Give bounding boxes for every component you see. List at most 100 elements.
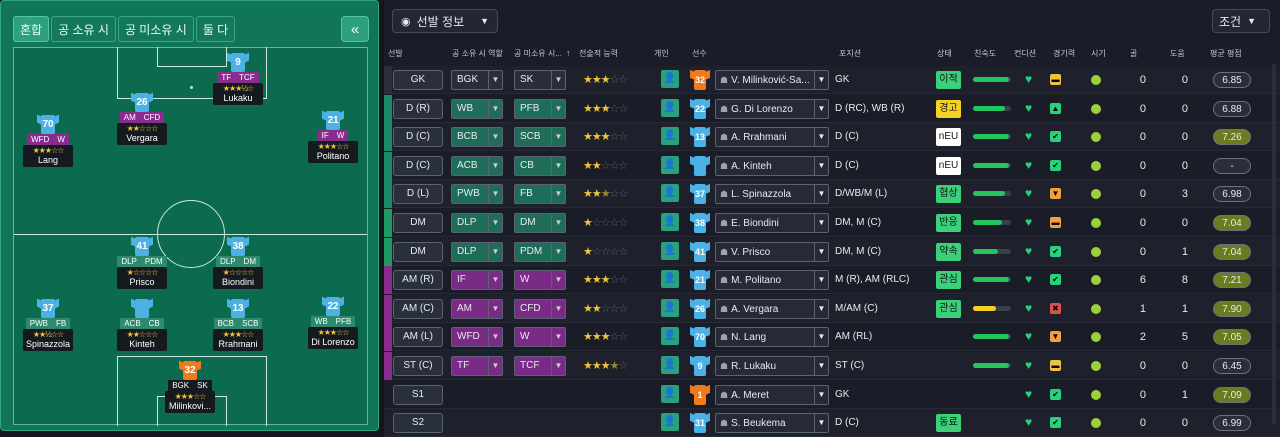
col-player[interactable]: 선수: [692, 48, 707, 59]
in-possession-role-select[interactable]: AM ▼: [451, 298, 503, 319]
pitch-player-prisco[interactable]: 41 DLP PDM ★☆☆☆☆ Prisco: [114, 235, 170, 289]
filter-button[interactable]: 조건 ▼: [1212, 9, 1270, 33]
pitch-player-spinazzola[interactable]: 37 PWB FB ★★½☆☆ Spinazzola: [20, 297, 76, 351]
table-row[interactable]: S2 👤 31 ☗ S. Beukema ▼ D (C) 동료 ♥ ✔ 0 0 6.99: [384, 409, 1280, 437]
starting-position[interactable]: D (C): [393, 155, 443, 176]
in-possession-role-select[interactable]: IF ▼: [451, 270, 503, 291]
table-row[interactable]: D (R) WB ▼ PFB ▼ ★★★☆☆ 👤 22 ☗ G. Di Lorenzo ▼ D (RC…: [384, 94, 1280, 123]
col-starting[interactable]: 선발: [388, 48, 403, 59]
table-row[interactable]: GK BGK ▼ SK ▼ ★★★☆☆ 👤 32 ☗ V. Milinković-Sa... ▼ GK…: [384, 66, 1280, 94]
in-possession-role-select[interactable]: WFD ▼: [451, 327, 503, 348]
starting-position[interactable]: GK: [393, 70, 443, 90]
table-row[interactable]: DM DLP ▼ DM ▼ ★☆☆☆☆ 👤 38 ☗ E. Biondini ▼ DM, M (C) 반…: [384, 209, 1280, 237]
view-select-button[interactable]: ◉ 선발 정보 ▼: [392, 9, 498, 33]
in-possession-role-select[interactable]: WB ▼: [451, 98, 503, 119]
col-position[interactable]: 포지션: [839, 48, 861, 59]
starting-position[interactable]: D (C): [393, 127, 443, 148]
player-select[interactable]: ☗ L. Spinazzola ▼: [715, 184, 829, 205]
table-row[interactable]: DM DLP ▼ PDM ▼ ★☆☆☆☆ 👤 41 ☗ V. Prisco ▼ DM, M (C) 약속…: [384, 237, 1280, 266]
individual-instructions-icon[interactable]: 👤: [661, 213, 679, 231]
pitch-player-politano[interactable]: 21 IF W ★★★☆☆ Politano: [305, 109, 361, 163]
out-of-possession-role-select[interactable]: DM ▼: [514, 213, 566, 233]
starting-position[interactable]: DM: [393, 213, 443, 233]
player-select[interactable]: ☗ A. Vergara ▼: [715, 298, 829, 319]
pitch-player-kinteh[interactable]: ACB CB ★★☆☆☆ Kinteh: [114, 297, 170, 351]
out-of-possession-role-select[interactable]: W ▼: [514, 270, 566, 291]
sort-arrow-icon[interactable]: ↑: [566, 48, 571, 58]
out-of-possession-role-select[interactable]: SCB ▼: [514, 127, 566, 148]
table-row[interactable]: AM (R) IF ▼ W ▼ ★★★☆☆ 👤 21 ☗ M. Politano ▼ M (R), A…: [384, 266, 1280, 295]
individual-instructions-icon[interactable]: 👤: [661, 384, 679, 403]
table-row[interactable]: ST (C) TF ▼ TCF ▼ ★★★★☆ 👤 9 ☗ R. Lukaku ▼ ST (C) ♥ ▬ 0…: [384, 352, 1280, 380]
player-select[interactable]: ☗ A. Meret ▼: [715, 384, 829, 405]
pitch-player-milinkovic[interactable]: 32 BGK SK ★★★☆☆ Milinkovi...: [162, 359, 218, 413]
col-tactical-ability[interactable]: 전술적 능력: [579, 48, 618, 59]
starting-position[interactable]: ST (C): [393, 356, 443, 376]
out-of-possession-role-select[interactable]: SK ▼: [514, 70, 566, 90]
individual-instructions-icon[interactable]: 👤: [661, 98, 679, 117]
individual-instructions-icon[interactable]: 👤: [661, 356, 679, 374]
pitch-player-dilorenzo[interactable]: 22 WB PFB ★★★☆☆ Di Lorenzo: [305, 295, 361, 349]
pitch-player-vergara[interactable]: 26 AM CFD ★★☆☆☆ Vergara: [114, 91, 170, 145]
player-select[interactable]: ☗ S. Beukema ▼: [715, 413, 829, 434]
table-row[interactable]: S1 👤 1 ☗ A. Meret ▼ GK ♥ ✔ 0 1 7.09: [384, 381, 1280, 409]
individual-instructions-icon[interactable]: 👤: [661, 155, 679, 174]
player-select[interactable]: ☗ V. Milinković-Sa... ▼: [715, 70, 829, 90]
out-of-possession-role-select[interactable]: CFD ▼: [514, 298, 566, 319]
pitch-player-lukaku[interactable]: 9 TF TCF ★★★½☆ Lukaku: [210, 51, 266, 105]
starting-position[interactable]: S1: [393, 384, 443, 405]
table-row[interactable]: AM (L) WFD ▼ W ▼ ★★★☆☆ 👤 70 ☗ N. Lang ▼ AM (RL) ♥ ▼ 2 5…: [384, 323, 1280, 352]
out-of-possession-role-select[interactable]: CB ▼: [514, 155, 566, 176]
in-possession-role-select[interactable]: BCB ▼: [451, 127, 503, 148]
individual-instructions-icon[interactable]: 👤: [661, 270, 679, 289]
starting-position[interactable]: AM (R): [393, 270, 443, 291]
starting-position[interactable]: D (L): [393, 184, 443, 205]
col-assists[interactable]: 도움: [1170, 48, 1185, 59]
player-select[interactable]: ☗ V. Prisco ▼: [715, 241, 829, 262]
table-row[interactable]: D (L) PWB ▼ FB ▼ ★★★☆☆ 👤 37 ☗ L. Spinazzola ▼ D/WB/…: [384, 180, 1280, 209]
individual-instructions-icon[interactable]: 👤: [661, 298, 679, 317]
col-familiarity[interactable]: 친숙도: [974, 48, 996, 59]
collapse-panel-button[interactable]: «: [341, 16, 369, 42]
table-row[interactable]: D (C) BCB ▼ SCB ▼ ★★★☆☆ 👤 13 ☗ A. Rrahmani ▼ D (C) n…: [384, 123, 1280, 152]
in-possession-role-select[interactable]: PWB ▼: [451, 184, 503, 205]
pitch-player-rrahmani[interactable]: 13 BCB SCB ★★★☆☆ Rrahmani: [210, 297, 266, 351]
out-of-possession-role-select[interactable]: TCF ▼: [514, 356, 566, 376]
player-select[interactable]: ☗ A. Kinteh ▼: [715, 155, 829, 176]
starting-position[interactable]: S2: [393, 413, 443, 434]
col-condition[interactable]: 컨디션: [1014, 48, 1036, 59]
starting-position[interactable]: AM (C): [393, 298, 443, 319]
individual-instructions-icon[interactable]: 👤: [661, 413, 679, 432]
col-individual[interactable]: 개인: [654, 48, 669, 59]
starting-position[interactable]: D (R): [393, 98, 443, 119]
starting-position[interactable]: AM (L): [393, 327, 443, 348]
in-possession-role-select[interactable]: DLP ▼: [451, 241, 503, 262]
scrollbar[interactable]: [1272, 64, 1276, 424]
out-of-possession-role-select[interactable]: W ▼: [514, 327, 566, 348]
individual-instructions-icon[interactable]: 👤: [661, 70, 679, 88]
col-out-of-possession[interactable]: 공 미소유 시...: [514, 48, 562, 59]
table-row[interactable]: AM (C) AM ▼ CFD ▼ ★★☆☆☆ 👤 26 ☗ A. Vergara ▼ M/AM (C…: [384, 294, 1280, 323]
col-sharpness[interactable]: 시기: [1091, 48, 1106, 59]
out-of-possession-role-select[interactable]: PDM ▼: [514, 241, 566, 262]
col-status[interactable]: 상태: [937, 48, 952, 59]
individual-instructions-icon[interactable]: 👤: [661, 184, 679, 203]
player-select[interactable]: ☗ M. Politano ▼: [715, 270, 829, 291]
player-select[interactable]: ☗ N. Lang ▼: [715, 327, 829, 348]
tab-both[interactable]: 둘 다: [195, 16, 236, 42]
tab-in-possession[interactable]: 공 소유 시: [51, 16, 116, 42]
in-possession-role-select[interactable]: TF ▼: [451, 356, 503, 376]
table-row[interactable]: D (C) ACB ▼ CB ▼ ★★☆☆☆ 👤 ☗ A. Kinteh ▼ D (C) nEU ♥ ✔ 0…: [384, 151, 1280, 180]
col-avg-rating[interactable]: 평균 평점: [1210, 48, 1242, 59]
player-select[interactable]: ☗ E. Biondini ▼: [715, 213, 829, 233]
col-match-fitness[interactable]: 경기력: [1053, 48, 1075, 59]
out-of-possession-role-select[interactable]: PFB ▼: [514, 98, 566, 119]
tab-out-of-possession[interactable]: 공 미소유 시: [117, 16, 194, 42]
player-select[interactable]: ☗ G. Di Lorenzo ▼: [715, 98, 829, 119]
starting-position[interactable]: DM: [393, 241, 443, 262]
individual-instructions-icon[interactable]: 👤: [661, 127, 679, 146]
pitch-player-biondini[interactable]: 38 DLP DM ★☆☆☆☆ Biondini: [210, 235, 266, 289]
out-of-possession-role-select[interactable]: FB ▼: [514, 184, 566, 205]
col-goals[interactable]: 골: [1130, 48, 1137, 59]
pitch-player-lang[interactable]: 70 WFD W ★★★☆☆ Lang: [20, 113, 76, 167]
